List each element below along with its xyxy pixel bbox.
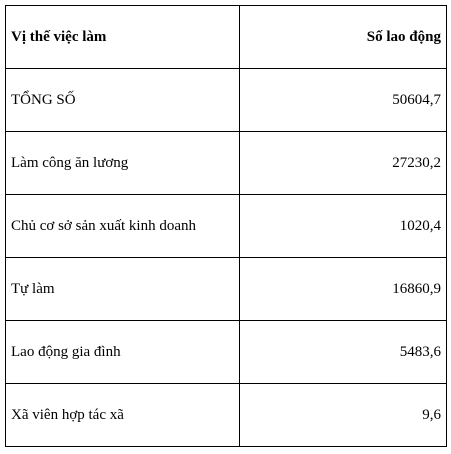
row-value: 1020,4: [239, 194, 447, 258]
employment-status-table-container: Vị thế việc làm Số lao động TỔNG SỐ 5060…: [5, 5, 447, 447]
table-row: TỔNG SỐ 50604,7: [5, 68, 447, 132]
table-row: Chủ cơ sở sản xuất kinh doanh 1020,4: [5, 194, 447, 258]
row-label: Lao động gia đình: [5, 320, 240, 384]
header-value: Số lao động: [239, 5, 447, 69]
row-label: TỔNG SỐ: [5, 68, 240, 132]
header-category: Vị thế việc làm: [5, 5, 240, 69]
row-label: Chủ cơ sở sản xuất kinh doanh: [5, 194, 240, 258]
employment-status-table: Vị thế việc làm Số lao động TỔNG SỐ 5060…: [5, 5, 447, 447]
row-value: 5483,6: [239, 320, 447, 384]
table-row: Tự làm 16860,9: [5, 257, 447, 321]
table-header-row: Vị thế việc làm Số lao động: [5, 5, 447, 69]
row-value: 16860,9: [239, 257, 447, 321]
row-value: 9,6: [239, 383, 447, 447]
table-row: Lao động gia đình 5483,6: [5, 320, 447, 384]
row-label: Xã viên hợp tác xã: [5, 383, 240, 447]
row-value: 27230,2: [239, 131, 447, 195]
row-label: Làm công ăn lương: [5, 131, 240, 195]
table-row: Làm công ăn lương 27230,2: [5, 131, 447, 195]
row-label: Tự làm: [5, 257, 240, 321]
table-row: Xã viên hợp tác xã 9,6: [5, 383, 447, 447]
row-value: 50604,7: [239, 68, 447, 132]
